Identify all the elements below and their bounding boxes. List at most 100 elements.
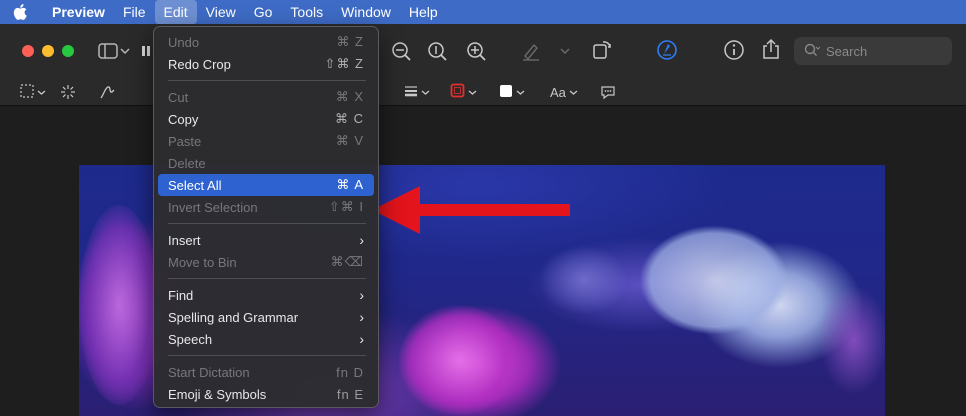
menu-item-emoji-symbols[interactable]: Emoji & Symbols fn E [158,383,374,405]
instant-alpha-icon[interactable] [60,82,76,102]
zoom-button[interactable] [62,45,74,57]
fill-color-icon [499,84,513,101]
menu-item-label: Find [168,287,194,303]
zoom-out-icon[interactable] [389,39,413,63]
menu-item-undo[interactable]: Undo ⌘ Z [158,31,374,53]
menu-item-label: Move to Bin [168,254,237,270]
menu-item-shortcut: fn D [336,364,364,380]
markup-icon[interactable] [655,38,679,62]
line-style-button[interactable] [404,82,430,102]
menu-item-cut[interactable]: Cut ⌘ X [158,86,374,108]
border-color-icon [450,83,465,101]
menubar-view[interactable]: View [197,0,245,24]
red-arrow-icon [372,186,570,234]
selection-tool-button[interactable] [20,82,46,102]
search-placeholder: Search [826,43,868,59]
coral-white [639,225,789,335]
zoom-in-icon[interactable] [464,39,488,63]
search-icon [804,43,821,60]
menu-item-label: Insert [168,232,201,248]
menu-item-shortcut: ⇧⌘ Z [324,56,364,71]
menu-item-shortcut: ⌘ A [336,177,364,192]
markup-toolbar: Aa [0,78,966,106]
text-style-chevron-icon [569,85,578,99]
menu-item-copy[interactable]: Copy ⌘ C [158,108,374,130]
sidebar-toggle-icon[interactable] [96,39,120,63]
menu-separator [168,80,366,81]
menu-item-speech[interactable]: Speech › [158,328,374,350]
menu-item-paste[interactable]: Paste ⌘ V [158,130,374,152]
share-icon[interactable] [759,37,783,61]
partial-toolbar-icon[interactable] [140,39,152,63]
menubar-edit[interactable]: Edit [154,0,197,24]
menu-item-shortcut: ⌘ C [335,111,364,126]
menu-item-label: Speech [168,331,213,347]
menubar-app-name[interactable]: Preview [40,0,114,24]
coral-left [79,205,159,405]
menu-item-select-all[interactable]: Select All ⌘ A [158,174,374,196]
apple-icon[interactable] [0,0,40,24]
menubar-tools[interactable]: Tools [281,0,332,24]
coral-right [819,285,885,395]
menu-item-label: Start Dictation [168,364,250,380]
menu-item-shortcut: ⇧⌘ I [328,199,364,214]
edit-menu: Undo ⌘ Z Redo Crop ⇧⌘ Z Cut ⌘ X Copy ⌘ C… [153,26,379,408]
menu-item-shortcut: ⌘ V [335,133,364,148]
preview-window: Search Aa [0,24,966,416]
submenu-chevron-icon: › [359,232,364,248]
window-controls [22,45,74,57]
line-style-chevron-icon [421,85,430,99]
menu-item-label: Copy [168,111,199,127]
menu-item-label: Spelling and Grammar [168,309,299,325]
highlight-pen-icon[interactable] [519,39,543,63]
menu-item-redo-crop[interactable]: Redo Crop ⇧⌘ Z [158,53,374,75]
menu-item-label: Invert Selection [168,199,258,215]
menu-item-label: Cut [168,89,189,105]
search-field[interactable]: Search [794,37,952,65]
menu-item-delete[interactable]: Delete [158,152,374,174]
highlight-chevron-icon[interactable] [558,39,572,63]
close-button[interactable] [22,45,34,57]
menu-item-spelling-and-grammar[interactable]: Spelling and Grammar › [158,306,374,328]
menu-item-shortcut: ⌘ X [335,89,364,104]
menu-item-insert[interactable]: Insert › [158,229,374,251]
rect-selection-icon [20,83,34,101]
selection-chevron-icon [37,85,46,99]
menu-separator [168,223,366,224]
submenu-chevron-icon: › [359,309,364,325]
sidebar-menu-chevron-icon[interactable] [118,39,132,63]
rotate-icon[interactable] [590,37,614,61]
menu-item-shortcut: ⌘⌫ [330,254,364,269]
sketch-icon[interactable] [99,82,115,102]
annotate-speech-icon[interactable] [600,82,616,102]
menubar-help[interactable]: Help [400,0,447,24]
menu-item-shortcut: fn E [336,386,364,402]
coral-blue [539,245,629,315]
menu-item-label: Undo [168,34,200,50]
menu-item-label: Delete [168,155,206,171]
submenu-chevron-icon: › [359,331,364,347]
fill-color-button[interactable] [499,82,525,102]
minimize-button[interactable] [42,45,54,57]
menu-item-find[interactable]: Find › [158,284,374,306]
info-icon[interactable] [722,38,746,62]
menu-item-start-dictation[interactable]: Start Dictation fn D [158,361,374,383]
submenu-chevron-icon: › [359,287,364,303]
menu-item-label: Paste [168,133,202,149]
menubar-file[interactable]: File [114,0,155,24]
border-color-button[interactable] [450,82,477,102]
actual-size-icon[interactable] [425,39,449,63]
menubar-window[interactable]: Window [332,0,400,24]
text-style-button[interactable]: Aa [550,82,578,102]
menu-item-label: Select All [168,177,222,193]
menu-item-move-to-bin[interactable]: Move to Bin ⌘⌫ [158,251,374,273]
menu-item-invert-selection[interactable]: Invert Selection ⇧⌘ I [158,196,374,218]
menu-item-shortcut: ⌘ Z [336,34,364,49]
menubar-go[interactable]: Go [245,0,282,24]
fill-color-chevron-icon [516,85,525,99]
menu-separator [168,278,366,279]
menu-item-label: Redo Crop [168,56,231,72]
line-style-icon [404,85,418,100]
text-style-label: Aa [550,84,566,100]
border-color-chevron-icon [468,85,477,99]
